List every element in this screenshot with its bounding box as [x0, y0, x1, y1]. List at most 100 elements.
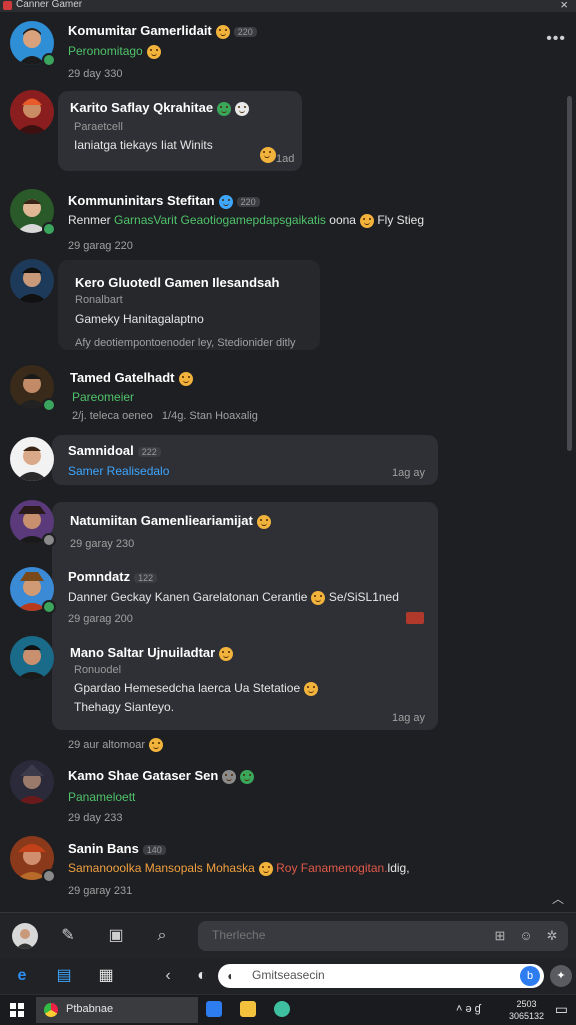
attach-icon[interactable]: ⊞	[492, 928, 508, 944]
timestamp: 29 garag 220	[68, 240, 133, 252]
chevron-up-icon[interactable]: ︿	[552, 890, 564, 907]
chevron-left-icon[interactable]: ‹	[156, 964, 180, 988]
member-badge: 220	[233, 26, 257, 37]
user-tag: Panameloett	[68, 790, 136, 804]
scrollbar[interactable]	[567, 96, 572, 451]
author-name[interactable]: Samnidoal 222	[68, 443, 161, 458]
author-name[interactable]: Kommuninitars Stefitan 220	[68, 193, 260, 209]
timestamp: Afy deotiempontoenoder ley, Stedionider …	[75, 337, 296, 349]
avatar[interactable]	[10, 760, 54, 804]
gif-icon[interactable]: ▣	[104, 924, 128, 948]
clock[interactable]: 2503 3065132	[509, 998, 544, 1022]
timestamp: 29 day 233	[68, 812, 123, 824]
message-feed[interactable]: ••• Komumitar Gamerlidait 220 Peronomitag…	[0, 12, 576, 910]
window-titlebar: Canner Gamer ×	[0, 0, 576, 12]
avatar[interactable]	[10, 90, 54, 134]
user-avatar[interactable]	[12, 923, 38, 949]
files-icon[interactable]: ▤	[52, 964, 76, 988]
member-badge: 140	[142, 844, 166, 855]
search-icon[interactable]: ⌕	[150, 924, 174, 948]
author-name[interactable]: Natumiitan Gamenlieariamijat	[70, 513, 271, 529]
pin-icon[interactable]: ✎	[56, 924, 80, 948]
store-icon[interactable]	[206, 1001, 222, 1017]
app-icon	[3, 1, 12, 10]
online-status-icon	[42, 222, 56, 236]
system-tray[interactable]: ˄ ə ɠ	[456, 1003, 481, 1015]
user-tag: Samer Realisedalo	[68, 464, 170, 478]
emoji-icon	[311, 590, 326, 605]
close-icon[interactable]: ×	[560, 0, 568, 12]
emoji-picker-icon[interactable]: ☺	[518, 928, 534, 944]
user-tag: Paraetcell	[74, 121, 123, 133]
user-tag: Ronuodel	[74, 664, 122, 676]
member-badge: 222	[137, 446, 161, 457]
message-text: Gpardao Hemesedcha laerca Ua Stetatioe	[74, 681, 319, 696]
emoji-icon	[258, 861, 273, 876]
member-badge: 220	[236, 196, 260, 207]
emoji-icon	[219, 646, 234, 661]
emoji-icon	[304, 681, 319, 696]
taskbar-active-app[interactable]: Ptbabnae	[36, 997, 198, 1023]
message-input[interactable]	[210, 927, 484, 943]
more-options-icon[interactable]: •••	[546, 30, 566, 48]
settings-icon[interactable]: ✲	[544, 928, 560, 944]
message-text: Samanooolka Mansopals Mohaska Roy Faname…	[68, 861, 410, 876]
user-tag: Pareomeier	[72, 390, 135, 404]
emoji-icon	[217, 101, 232, 116]
notification-icon[interactable]: ▭	[555, 1001, 568, 1018]
emoji-icon	[235, 101, 250, 116]
avatar[interactable]	[10, 259, 54, 303]
copilot-icon[interactable]: ✦	[550, 965, 572, 987]
edge-icon[interactable]: e	[10, 964, 34, 988]
message-text: Gameky Hanitagalaptno	[75, 312, 204, 326]
author-name[interactable]: Komumitar Gamerlidait 220	[68, 23, 257, 39]
author-name[interactable]: Sanin Bans 140	[68, 841, 166, 856]
composer-bar: ✎ ▣ ⌕ ⊞ ☺ ✲	[0, 912, 576, 959]
author-name[interactable]: Pomndatz 122	[68, 569, 158, 584]
user-tag: Ronalbart	[75, 294, 123, 306]
avatar[interactable]	[10, 636, 54, 680]
search-icon: ◖	[226, 969, 234, 983]
author-name[interactable]: Kamo Shae Gataser Sen	[68, 768, 255, 784]
app-icon[interactable]	[274, 1001, 290, 1017]
message-text: Renmer GarnasVarit Geaotiogamepdapsgaika…	[68, 213, 425, 228]
taskbar: Ptbabnae ˄ ə ɠ 2503 3065132 ▭	[0, 994, 576, 1025]
emoji-icon	[218, 194, 233, 209]
window-title: Canner Gamer	[16, 0, 83, 10]
member-badge: 122	[134, 572, 158, 583]
emoji-icon	[256, 514, 271, 529]
folder-icon[interactable]	[240, 1001, 256, 1017]
attachment-icon[interactable]	[406, 612, 424, 624]
emoji-icon	[359, 213, 374, 228]
emoji-icon	[149, 738, 164, 752]
bing-icon[interactable]: b	[520, 966, 540, 986]
user-tag: Peronomitago	[68, 44, 161, 59]
message-text: Danner Geckay Kanen Garelatonan Cerantie…	[68, 590, 399, 605]
message-input-box[interactable]: ⊞ ☺ ✲	[198, 921, 568, 951]
online-status-icon	[42, 398, 56, 412]
emoji-icon	[260, 147, 276, 163]
emoji-icon	[178, 371, 193, 386]
clock-time: 2503	[516, 999, 537, 1009]
clock-date: 3065132	[508, 1011, 544, 1021]
media-icon[interactable]: ◐	[190, 964, 214, 988]
terminal-icon[interactable]: ▦	[94, 964, 118, 988]
timestamp: 29 garay 230	[70, 538, 135, 550]
author-name[interactable]: Karito Saflay Qkrahitae	[70, 100, 250, 116]
message-text: Ianiatga tiekays Iiat Winits	[74, 138, 213, 152]
timestamp: 2/j. teleca oeneo 1/4g. Stan Hoaxalig	[72, 410, 258, 422]
timestamp: 29 garag 200	[68, 613, 133, 625]
message-text: Thehagy Sianteyo.	[74, 700, 175, 714]
timestamp: 29 garay 231	[68, 885, 133, 897]
offline-status-icon	[42, 869, 56, 883]
author-name[interactable]: Tamed Gatelhadt	[70, 370, 193, 386]
timestamp: 1ad	[276, 153, 295, 165]
taskbar-upper: e ▤ ▦ ‹ ◐ ◖ Gmitseasecin b ✦	[0, 958, 576, 994]
windows-start-icon[interactable]	[10, 1003, 24, 1017]
avatar[interactable]	[10, 437, 54, 481]
taskbar-search[interactable]: ◖ Gmitseasecin b	[218, 964, 544, 988]
timestamp: 1ag ay	[392, 467, 426, 479]
taskbar-app-label: Ptbabnae	[66, 1003, 114, 1015]
author-name[interactable]: Mano Saltar Ujnuiladtar	[70, 645, 234, 661]
author-name[interactable]: Kero Gluotedl Gamen Ilesandsah	[75, 275, 279, 290]
